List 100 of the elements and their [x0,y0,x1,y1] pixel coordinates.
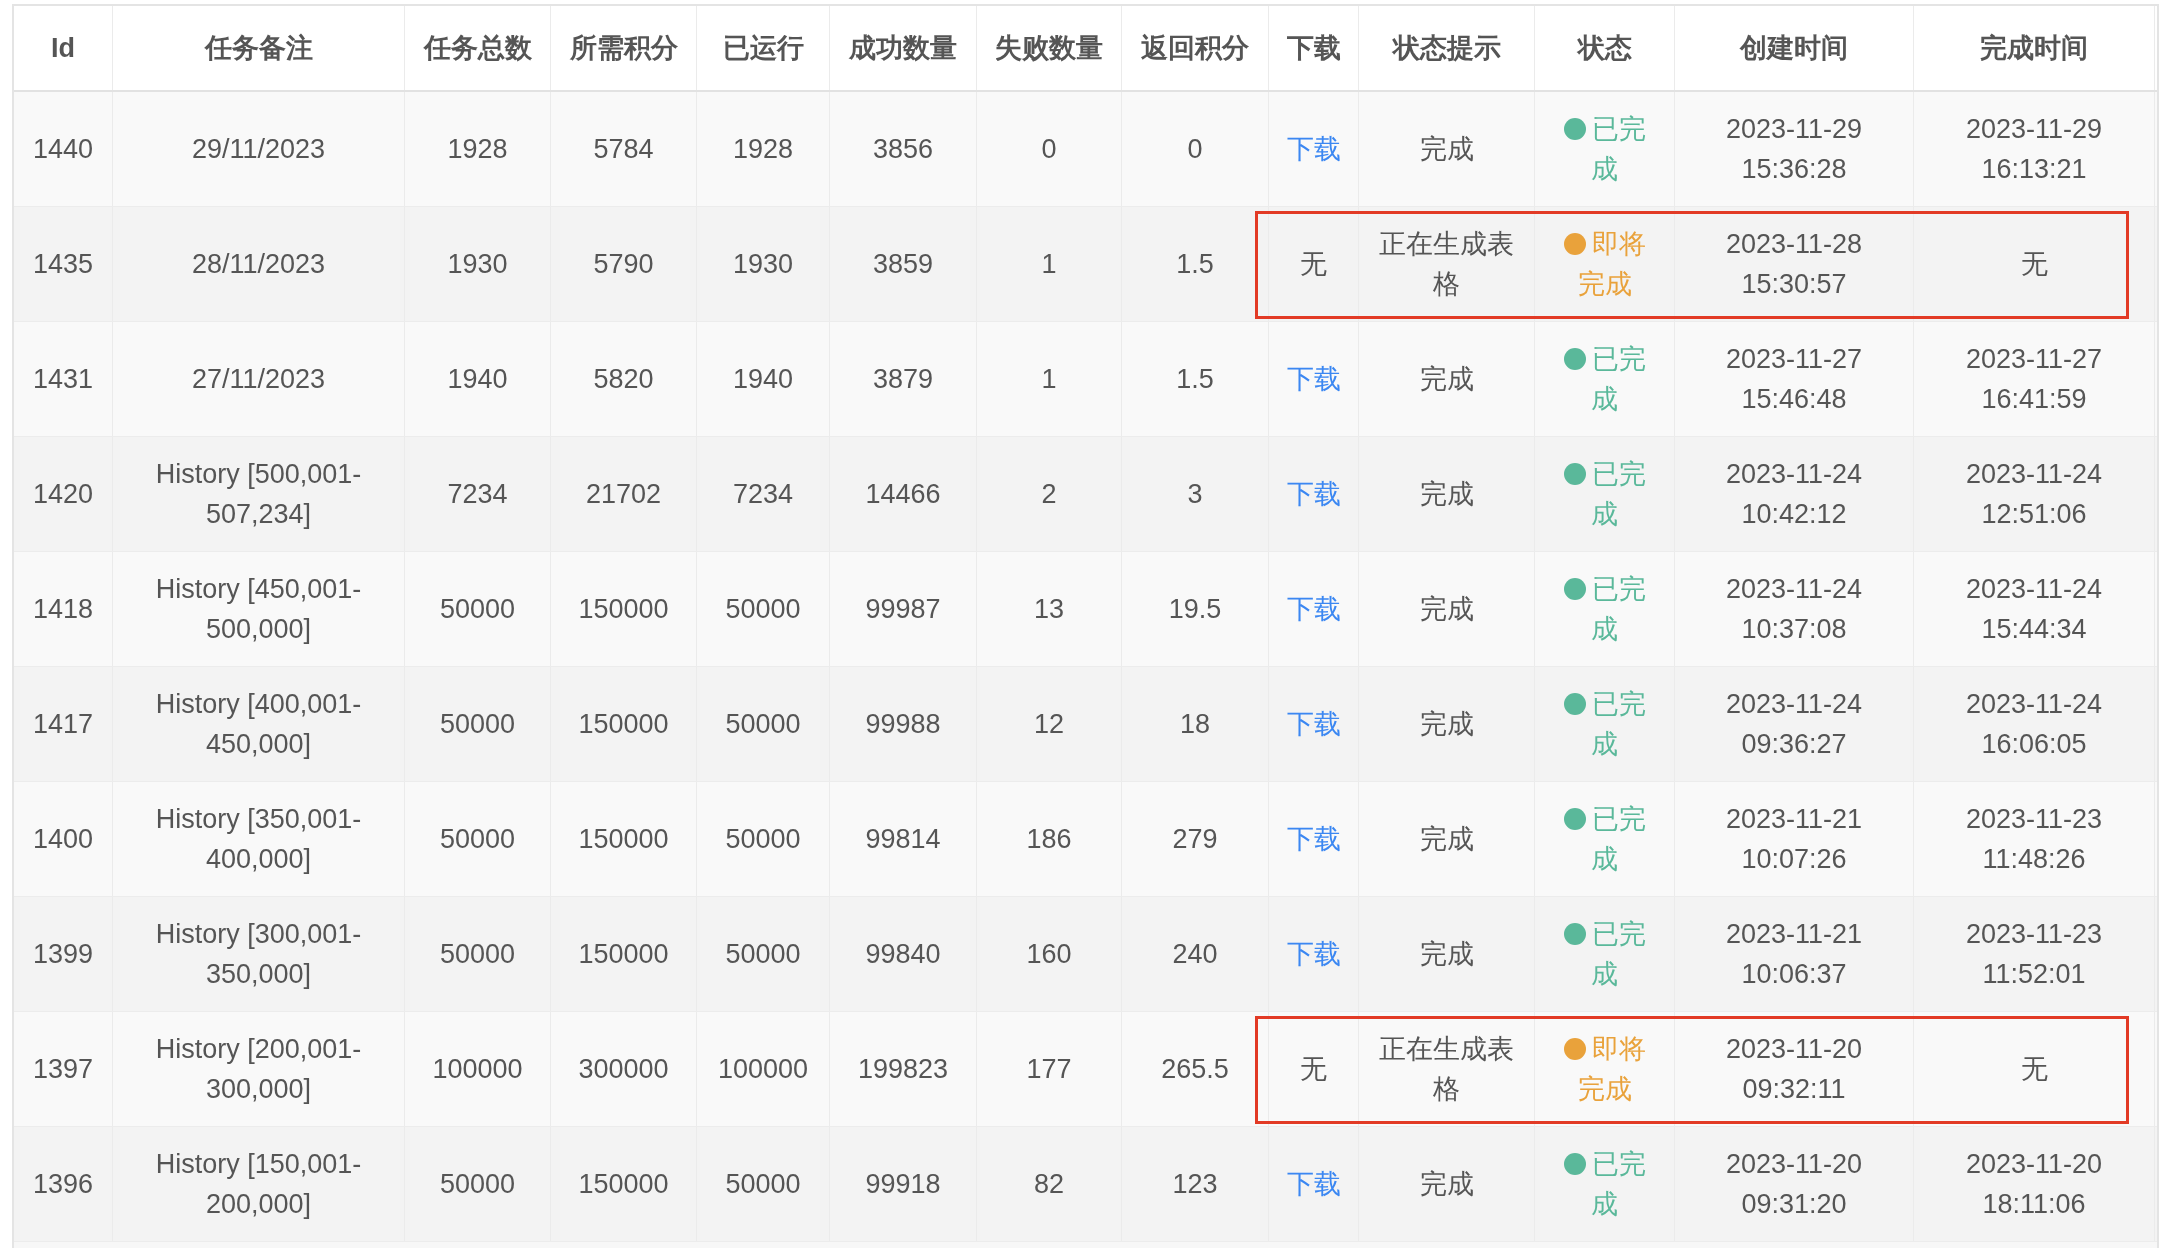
download-link[interactable]: 下载 [1286,819,1341,859]
table-cell-text: 150000 [578,1168,669,1201]
table-cell-text: 2023-11-23 11:48:26 [1964,803,2104,876]
table-cell-text: 2 [1041,478,1057,511]
table-cell-text: 无 [1300,1053,1327,1086]
table-cell-text: 199823 [857,1053,949,1086]
table-cell-text: 1930 [447,248,508,281]
table-cell-text: History [200,001-300,000] [154,1033,363,1106]
table-cell-text: 13 [1033,593,1064,626]
table-cell-text: 28/11/2023 [191,248,326,281]
column-header: 成功数量 [849,32,957,65]
column-header: 创建时间 [1740,32,1848,65]
table-cell-text: 2023-11-24 09:36:27 [1724,688,1864,761]
table-cell-text: 2023-11-29 15:36:28 [1724,113,1864,186]
table-cell-text: 82 [1033,1168,1064,1201]
table-cell-text: 1 [1041,363,1057,396]
table-cell-text: 2023-11-24 15:44:34 [1964,573,2104,646]
table-cell-text: 150000 [578,823,669,856]
table-cell-text: 0 [1041,133,1057,166]
table-cell-text: 7234 [732,478,794,511]
table-cell-text: History [450,001-500,000] [154,573,363,646]
status-text: 即将完成 [1577,229,1646,299]
table-cell-text: 14466 [865,478,941,511]
table-cell-text: 1399 [32,938,94,971]
table-cell-text: 2023-11-27 15:46:48 [1724,343,1864,416]
table-cell-text: 27/11/2023 [191,363,326,396]
table-cell-text: 2023-11-21 10:06:37 [1724,918,1864,991]
table-cell-text: 完成 [1419,363,1474,396]
download-link[interactable]: 下载 [1286,359,1341,399]
table-cell-text: 50000 [725,1168,801,1201]
column-header: 状态提示 [1392,32,1501,65]
table-cell-text: 279 [1172,823,1218,856]
column-header: 任务总数 [423,32,532,65]
table-cell-text: History [300,001-350,000] [154,918,363,991]
status-text: 已完成 [1591,689,1646,759]
table-cell-text: 50000 [725,823,801,856]
table-cell-text: 0 [1187,133,1203,166]
table-cell-text: 1440 [32,133,94,166]
table-cell-text: 完成 [1419,823,1474,856]
table-cell-text: 3856 [872,133,934,166]
table-cell-text: 3879 [872,363,934,396]
table-cell-text: 29/11/2023 [191,133,326,166]
status-text: 已完成 [1591,919,1646,989]
table-cell-text: 50000 [439,823,516,856]
download-link[interactable]: 下载 [1286,1164,1341,1204]
table-cell-text: 完成 [1419,478,1474,511]
download-link[interactable]: 下载 [1286,474,1341,514]
status-text: 已完成 [1591,114,1646,184]
table-cell-text: 5820 [593,363,654,396]
table-cell-text: 50000 [725,938,801,971]
table-cell-text: 3 [1187,478,1203,511]
status-text: 已完成 [1591,459,1646,529]
table-cell-text: 123 [1172,1168,1218,1201]
table-cell-text: 2023-11-24 12:51:06 [1964,458,2104,531]
table-cell-text: 18 [1179,708,1210,741]
table-cell-text: 无 [2020,248,2048,281]
download-link[interactable]: 下载 [1286,129,1341,169]
table-cell-text: 2023-11-23 11:52:01 [1964,918,2104,991]
download-link[interactable]: 下载 [1286,934,1341,974]
table-cell-text: 99814 [865,823,941,856]
table-cell-text: 1.5 [1176,363,1214,396]
table-cell-text: 2023-11-21 10:07:26 [1724,803,1864,876]
table-cell-text: 50000 [439,708,516,741]
table-cell-text: 50000 [439,1168,516,1201]
table-cell-text: 100000 [432,1053,523,1086]
table-cell-text: 2023-11-20 09:32:11 [1724,1033,1864,1106]
table-cell-text: 160 [1026,938,1072,971]
table-cell-text: 1928 [447,133,508,166]
download-link[interactable]: 下载 [1286,704,1341,744]
table-cell-text: 5790 [593,248,654,281]
table-cell-text: 300000 [578,1053,669,1086]
table-cell-text: 5784 [593,133,654,166]
table-cell-text: 99988 [865,708,941,741]
table-cell-text: History [150,001-200,000] [154,1148,363,1221]
column-header: 状态 [1577,32,1632,65]
table-cell-text: 150000 [578,708,669,741]
table-cell-text: 99987 [865,593,941,626]
table-cell-text: 12 [1033,708,1064,741]
table-cell-text: 完成 [1419,938,1474,971]
column-header: 失败数量 [995,32,1103,65]
table-cell-text: 完成 [1419,133,1474,166]
download-link[interactable]: 下载 [1286,589,1341,629]
table-cell-text: 1435 [32,248,94,281]
table-cell-text: History [500,001-507,234] [154,458,363,531]
status-text: 已完成 [1591,804,1646,874]
table-cell-text: History [350,001-400,000] [154,803,363,876]
table-cell-text: 50000 [725,593,801,626]
table-cell-text: 19.5 [1168,593,1222,626]
table-cell-text: 186 [1026,823,1072,856]
table-cell-text: 1.5 [1176,248,1214,281]
column-header: 返回积分 [1141,32,1249,65]
table-cell-text: 99840 [865,938,941,971]
status-text: 已完成 [1591,344,1646,414]
table-cell-text: 2023-11-24 16:06:05 [1964,688,2104,761]
table-cell-text: 2023-11-24 10:37:08 [1724,573,1864,646]
table-cell-text: 正在生成表格 [1379,228,1514,301]
table-cell-text: 1397 [32,1053,94,1086]
table-cell-text: 150000 [578,938,669,971]
status-text: 已完成 [1591,1149,1646,1219]
table-cell-text: 2023-11-24 10:42:12 [1724,458,1864,531]
